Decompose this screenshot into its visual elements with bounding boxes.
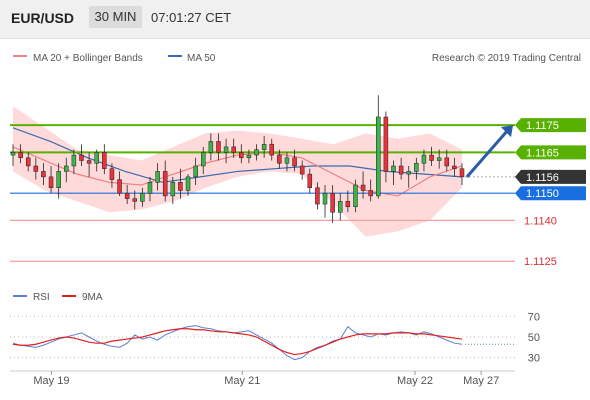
candle-body [178,182,183,191]
candle-body [307,173,313,188]
candle-body [376,116,381,197]
price-chart: MA 20 + Bollinger Bands MA 50 Research ©… [10,53,586,387]
candle-body [71,154,77,167]
candle-body [444,157,450,167]
chart-header: EUR/USD 30 MIN 07:01:27 CET [0,0,590,39]
candle-body [10,152,16,156]
candle-body [64,165,69,172]
candle-body [254,149,259,156]
candle-body [140,192,145,202]
candle-body [269,143,274,156]
candle-body [398,165,404,175]
candle-body [452,165,457,169]
candle-body [170,182,176,197]
candle-body [292,157,297,167]
target-arrow [465,125,513,178]
candle-body [124,192,130,199]
rsi-legend-label: RSI [33,292,50,303]
level-label-1.1125: 1.1125 [524,256,557,268]
candle-body [459,168,465,178]
candle-body [162,171,168,197]
rsi-tick-70: 70 [528,311,540,323]
candle-body [56,171,61,188]
candle-body [223,146,229,153]
level-tags: 1.1175 1.1165 1.1156 1.1150 1.1140 1.1125 [515,118,586,268]
candle-body [18,152,23,159]
candle-body [284,157,290,164]
source-credit: Research © 2019 Trading Central [432,53,581,64]
ma9-legend-swatch [62,295,76,297]
candle-body [315,187,320,205]
candle-body [337,201,343,213]
candle [376,95,381,199]
level-label-1.1175: 1.1175 [526,120,559,132]
candle-body [79,154,84,161]
candle-body [368,190,373,197]
ma20-legend-swatch [13,55,27,57]
candle-body [414,163,419,172]
candle-body [239,152,244,159]
candle-body [436,157,442,161]
candle-body [132,198,138,202]
candle-body [208,141,214,153]
candle-body [231,146,236,153]
rsi-panel: 70 50 30 [10,311,540,365]
rsi-tick-30: 30 [528,353,540,365]
candle-body [277,154,282,164]
level-label-1.1165: 1.1165 [526,147,559,159]
candle-body [216,141,221,153]
ma50-legend-label: MA 50 [187,53,216,64]
candle-body [41,171,46,178]
ma20-legend-label: MA 20 + Bollinger Bands [33,53,143,64]
candle-body [383,116,389,172]
target-arrow-shaft [465,130,509,178]
candle-body [353,184,358,208]
candle-body [48,176,54,188]
time-label: May 22 [397,375,433,387]
candle-body [33,165,39,172]
candle-body [201,152,206,167]
candle-body [102,152,107,169]
time-label: May 19 [33,375,69,387]
candle-body [421,154,427,164]
candle-body [86,160,92,164]
candle-body [360,184,366,191]
candle-body [391,165,396,172]
candle-body [299,165,305,175]
timeframe-button[interactable]: 30 MIN [89,6,142,28]
candle-body [94,152,99,164]
candle-body [406,171,411,175]
pair-label: EUR/USD [11,10,75,26]
candle-body [147,182,153,194]
rsi-legend: RSI 9MA [13,292,103,303]
legend: MA 20 + Bollinger Bands MA 50 Research ©… [13,53,581,64]
candle-body [322,192,328,205]
candle-body [330,192,335,213]
candle-body [155,171,160,183]
ma9-legend-label: 9MA [82,292,103,303]
clock-label: 07:01:27 CET [151,10,232,25]
rsi-line [12,325,463,361]
time-label: May 21 [224,375,260,387]
level-label-1.1140: 1.1140 [524,215,557,227]
level-label-1.1156: 1.1156 [526,172,559,184]
rsi-tick-50: 50 [528,332,540,344]
time-axis: May 19 May 21 May 22 May 27 [10,370,515,387]
candle-body [246,154,252,159]
ma50-legend-swatch [168,55,182,57]
level-label-1.1150: 1.1150 [526,188,559,200]
candle-body [261,143,267,150]
candle-body [25,157,31,167]
candle-body [109,168,115,180]
candle-body [345,201,351,208]
candle-body [117,179,122,194]
candle-body [429,154,434,161]
candle-body [185,176,191,191]
candle-body [193,165,198,178]
rsi-legend-swatch [13,295,27,297]
time-label: May 27 [463,375,499,387]
